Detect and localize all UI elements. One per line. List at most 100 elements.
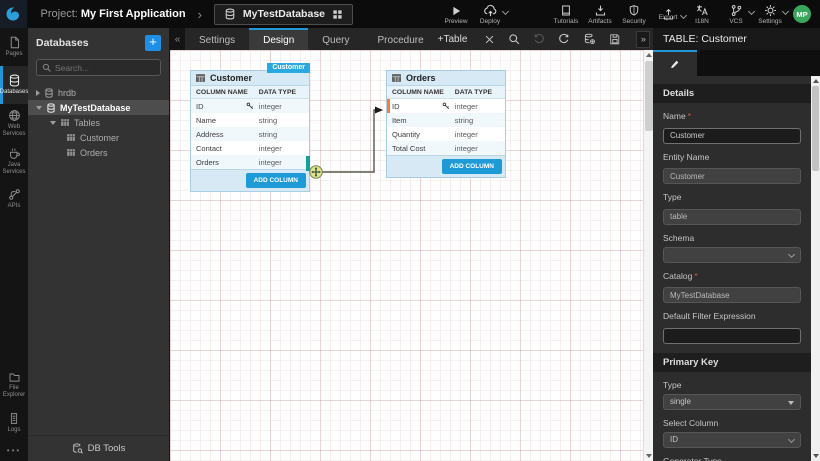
pk-type-label: Type <box>663 380 801 390</box>
add-column-button[interactable]: ADD COLUMN <box>442 159 502 174</box>
coffee-cup-icon <box>8 147 21 160</box>
tab-settings[interactable]: Settings <box>185 28 249 50</box>
redo-icon[interactable] <box>558 33 570 45</box>
name-field[interactable] <box>663 128 801 144</box>
er-diagram-canvas[interactable]: Customer Customer COLUMN NAME DATA TYPE … <box>170 50 653 461</box>
connector-drag-handle[interactable] <box>310 166 322 178</box>
add-database-button[interactable]: + <box>145 35 161 51</box>
entity-table-orders[interactable]: Orders COLUMN NAME DATA TYPE ID integer … <box>386 70 506 178</box>
database-icon <box>46 103 56 113</box>
vcs-button[interactable]: VCS <box>719 3 753 25</box>
table-row[interactable]: Address string <box>191 127 309 141</box>
deploy-button[interactable]: Deploy <box>473 3 507 25</box>
select-column-select[interactable]: ID <box>663 432 801 448</box>
open-database-tab[interactable]: MyTestDatabase <box>214 4 353 25</box>
scroll-up-icon[interactable] <box>646 53 652 57</box>
security-button[interactable]: Security <box>617 3 651 25</box>
table-properties-panel: TABLE: Customer Details Name* Entity Nam… <box>653 28 820 461</box>
entity-title: Customer <box>210 73 252 83</box>
tree-item-tables[interactable]: Tables <box>28 115 169 130</box>
catalog-field[interactable] <box>663 287 801 303</box>
scrollbar-thumb[interactable] <box>645 61 653 131</box>
table-row[interactable]: Orders integer <box>191 155 309 169</box>
tree-item-mytestdatabase[interactable]: MyTestDatabase <box>28 100 169 115</box>
tutorials-button[interactable]: Tutorials <box>549 3 583 25</box>
table-row[interactable]: Total Cost integer <box>387 141 505 155</box>
play-icon <box>450 3 462 17</box>
entity-table-customer[interactable]: Customer Customer COLUMN NAME DATA TYPE … <box>190 70 310 192</box>
collapse-left-panel-button[interactable]: « <box>170 28 185 50</box>
search-box[interactable] <box>36 59 161 76</box>
scroll-down-icon[interactable] <box>646 454 652 458</box>
add-table-button[interactable]: +Table <box>438 34 468 45</box>
settings-button[interactable]: Settings <box>753 3 787 25</box>
database-icon <box>224 8 236 20</box>
tree-item-hrdb[interactable]: hrdb <box>28 85 169 100</box>
pencil-icon <box>669 58 681 70</box>
entity-header[interactable]: Customer <box>191 71 309 86</box>
caret-down-icon[interactable] <box>36 106 42 110</box>
properties-tabs <box>653 50 820 76</box>
entity-name-field[interactable] <box>663 168 801 184</box>
tree-item-orders[interactable]: Orders <box>28 145 169 160</box>
db-tools-button[interactable]: DB Tools <box>28 435 169 461</box>
top-bar: Project:My First Application › MyTestDat… <box>0 0 820 28</box>
save-icon[interactable] <box>609 33 621 45</box>
close-icon[interactable] <box>484 34 495 45</box>
sidebar-item-file-explorer[interactable]: File Explorer <box>0 366 28 404</box>
tree-item-customer[interactable]: Customer <box>28 130 169 145</box>
scrollbar-thumb[interactable] <box>812 86 819 171</box>
caret-right-icon[interactable] <box>36 90 40 96</box>
collapse-right-panel-button[interactable]: » <box>636 31 650 48</box>
pk-type-select[interactable]: single <box>663 394 801 410</box>
preview-button[interactable]: Preview <box>439 3 473 25</box>
download-icon <box>594 3 607 17</box>
entity-header[interactable]: Orders <box>387 71 505 86</box>
user-avatar[interactable]: MP <box>793 5 811 23</box>
artifacts-button[interactable]: Artifacts <box>583 3 617 25</box>
type-field[interactable] <box>663 209 801 225</box>
scroll-up-icon[interactable] <box>813 79 819 83</box>
canvas-vertical-scrollbar[interactable] <box>643 50 653 461</box>
table-row[interactable]: ID integer <box>387 99 505 113</box>
zoom-search-icon[interactable] <box>508 33 520 45</box>
dropdown-arrow-icon <box>788 401 794 405</box>
sidebar-item-apis[interactable]: APIs <box>0 180 28 218</box>
globe-icon <box>8 109 21 122</box>
schema-select[interactable] <box>663 247 801 263</box>
sidebar-item-logs[interactable]: Logs <box>0 404 28 442</box>
sidebar-item-databases[interactable]: Databases <box>0 66 28 104</box>
grid-icon <box>332 9 343 20</box>
scroll-down-icon[interactable] <box>813 454 819 458</box>
primary-key-section-header: Primary Key <box>653 353 811 372</box>
default-filter-field[interactable] <box>663 328 801 344</box>
table-row[interactable]: Quantity integer <box>387 127 505 141</box>
sidebar-item-java-services[interactable]: Java Services <box>0 142 28 180</box>
edit-tab[interactable] <box>653 50 697 76</box>
folder-icon <box>8 371 21 383</box>
primary-key-icon <box>442 102 450 110</box>
sidebar-item-web-services[interactable]: Web Services <box>0 104 28 142</box>
caret-down-icon[interactable] <box>50 121 56 125</box>
tab-design[interactable]: Design <box>249 28 308 50</box>
tab-procedure[interactable]: Procedure <box>364 28 438 50</box>
table-row[interactable]: ID integer <box>191 99 309 113</box>
add-column-button[interactable]: ADD COLUMN <box>246 173 306 188</box>
tab-query[interactable]: Query <box>308 28 363 50</box>
project-breadcrumb: Project:My First Application <box>41 8 186 20</box>
table-row[interactable]: Item string <box>387 113 505 127</box>
export-button[interactable]: Export <box>651 7 685 21</box>
i18n-button[interactable]: I18N <box>685 3 719 25</box>
table-row[interactable]: Contact integer <box>191 141 309 155</box>
export-db-icon[interactable] <box>583 33 596 45</box>
undo-icon[interactable] <box>533 33 545 45</box>
entity-title: Orders <box>406 73 436 83</box>
properties-scrollbar[interactable] <box>811 76 820 461</box>
connector-arrow-icon <box>375 107 383 114</box>
more-options-icon[interactable]: ••• <box>0 442 28 461</box>
app-logo-icon[interactable] <box>0 0 27 28</box>
sidebar-item-pages[interactable]: Pages <box>0 28 28 66</box>
table-row[interactable]: Name string <box>191 113 309 127</box>
search-input[interactable] <box>55 63 155 73</box>
entity-name-label: Entity Name <box>663 152 801 162</box>
